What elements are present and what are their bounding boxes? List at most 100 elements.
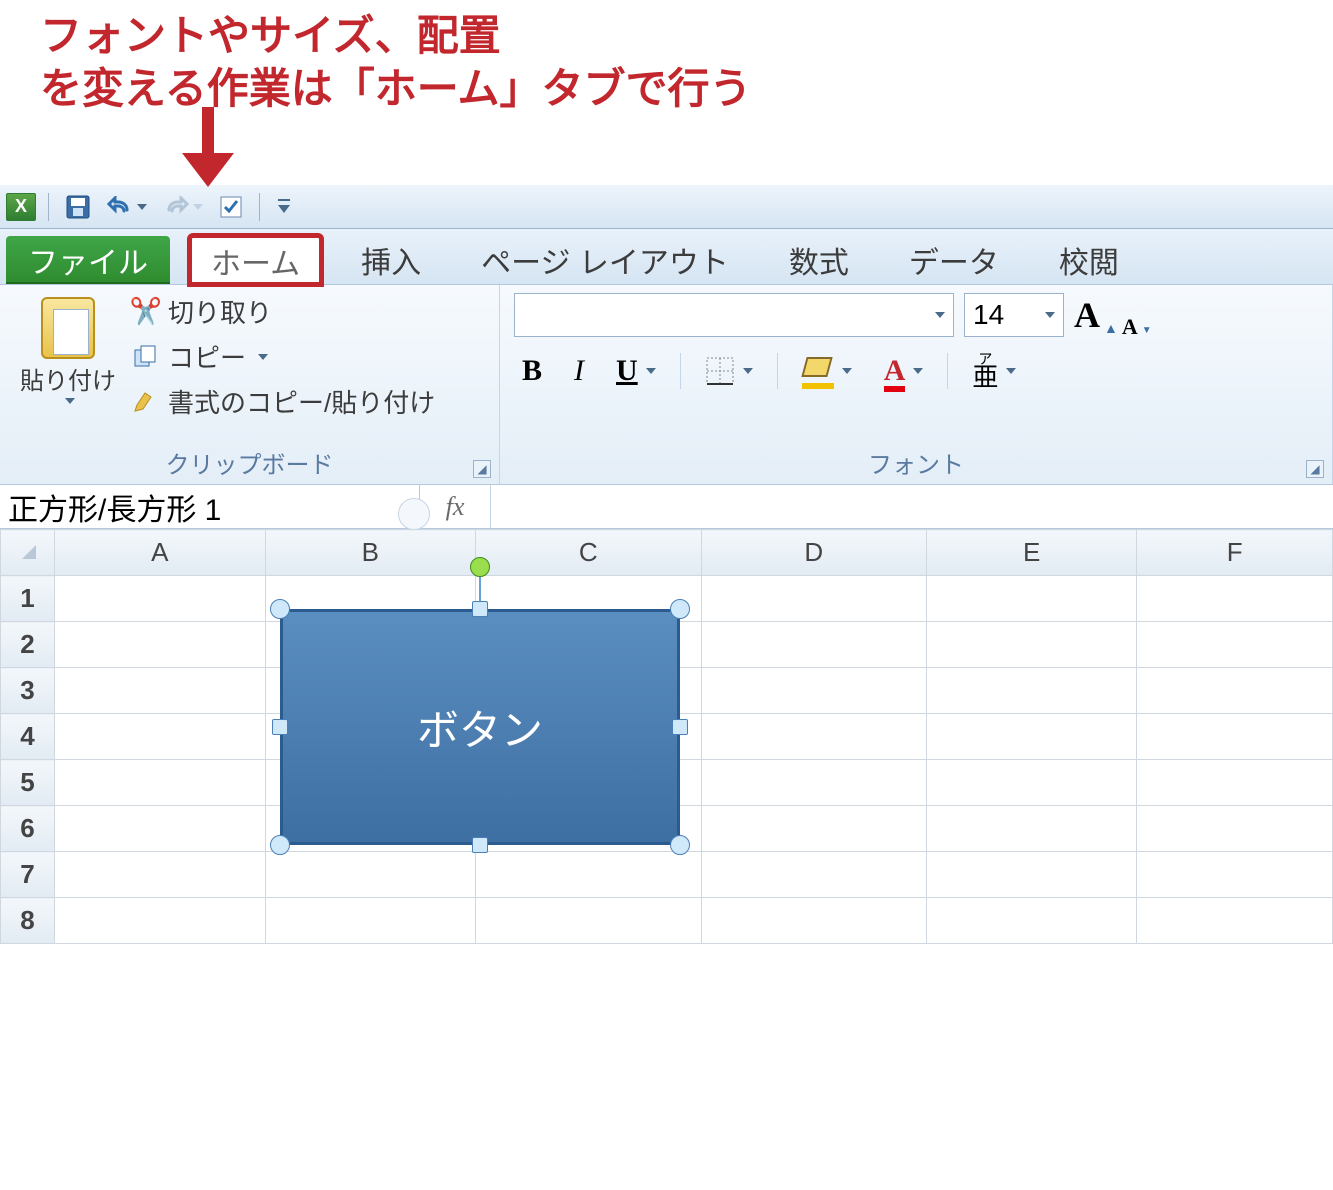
save-icon <box>65 194 91 220</box>
rotation-handle[interactable] <box>470 557 490 577</box>
phonetic-guide-button[interactable]: ア 亜 <box>964 351 1024 391</box>
col-header[interactable]: C <box>476 530 701 576</box>
undo-icon <box>107 196 133 218</box>
ribbon-tabs: ファイル ホーム 挿入 ページ レイアウト 数式 データ 校閲 <box>0 229 1333 285</box>
border-icon <box>705 356 735 386</box>
annotation-callout: フォントやサイズ、配置 を変える作業は「ホーム」タブで行う <box>0 0 1333 115</box>
row-header[interactable]: 7 <box>1 852 55 898</box>
separator <box>680 353 681 389</box>
copy-button[interactable]: コピー <box>132 338 435 375</box>
col-header[interactable]: A <box>55 530 266 576</box>
row-header[interactable]: 5 <box>1 760 55 806</box>
row-header[interactable]: 3 <box>1 668 55 714</box>
font-color-icon: A <box>884 354 906 388</box>
select-all-corner[interactable] <box>1 530 55 576</box>
redo-button[interactable] <box>159 192 207 222</box>
dropdown-icon <box>193 204 203 210</box>
tab-home[interactable]: ホーム <box>190 236 321 284</box>
brush-icon <box>132 388 160 416</box>
dropdown-icon <box>65 398 75 404</box>
resize-handle[interactable] <box>270 599 290 619</box>
format-painter-label: 書式のコピー/貼り付け <box>168 383 435 420</box>
italic-button[interactable]: I <box>566 352 592 390</box>
paste-label: 貼り付け <box>20 361 116 396</box>
redo-icon <box>163 196 189 218</box>
dialog-launcher-icon[interactable]: ◢ <box>473 460 491 478</box>
scissors-icon: ✂️ <box>132 298 160 326</box>
fill-icon <box>802 357 834 385</box>
dropdown-icon <box>258 354 268 360</box>
resize-handle[interactable] <box>472 837 488 853</box>
row-header[interactable]: 4 <box>1 714 55 760</box>
bold-button[interactable]: B <box>514 352 550 390</box>
annotation-line1: フォントやサイズ、配置 <box>40 10 1293 63</box>
customize-qat-button[interactable] <box>272 192 296 222</box>
borders-button[interactable] <box>697 354 761 388</box>
tab-formulas[interactable]: 数式 <box>769 236 869 284</box>
resize-handle[interactable] <box>670 835 690 855</box>
resize-handle[interactable] <box>670 599 690 619</box>
separator <box>48 193 49 221</box>
worksheet[interactable]: A B C D E F 1 2 3 4 5 6 7 8 ボタン <box>0 529 1333 944</box>
qat-checkbox-button[interactable] <box>215 192 247 222</box>
col-header[interactable]: E <box>926 530 1137 576</box>
checkbox-icon <box>219 195 243 219</box>
annotation-line2: を変える作業は「ホーム」タブで行う <box>40 63 1293 116</box>
copy-label: コピー <box>168 338 246 375</box>
col-header[interactable]: B <box>265 530 476 576</box>
tab-review[interactable]: 校閲 <box>1039 236 1139 284</box>
dialog-launcher-icon[interactable]: ◢ <box>1306 460 1324 478</box>
row-header[interactable]: 2 <box>1 622 55 668</box>
name-box-value: 正方形/長方形 1 <box>8 485 221 529</box>
separator <box>777 353 778 389</box>
tab-page-layout[interactable]: ページ レイアウト <box>461 236 749 284</box>
shrink-font-button[interactable]: A <box>1122 314 1138 340</box>
formula-bar: 正方形/長方形 1 fx <box>0 485 1333 529</box>
ruby-icon: ア 亜 <box>972 353 998 389</box>
save-button[interactable] <box>61 192 95 222</box>
tab-file[interactable]: ファイル <box>6 236 170 284</box>
font-size-combo[interactable]: 14 <box>964 293 1064 337</box>
dropdown-icon <box>743 368 753 374</box>
formula-input[interactable] <box>490 485 1333 528</box>
font-size-value: 14 <box>973 299 1004 331</box>
tab-data[interactable]: データ <box>889 236 1019 284</box>
app-icon[interactable]: X <box>6 193 36 221</box>
copy-icon <box>132 343 160 371</box>
shape-body[interactable]: ボタン <box>280 609 680 845</box>
group-font-label: フォント ◢ <box>514 441 1318 480</box>
row-header[interactable]: 8 <box>1 898 55 944</box>
dropdown-icon <box>935 312 945 318</box>
dropdown-icon <box>842 368 852 374</box>
dropdown-icon <box>137 204 147 210</box>
cut-button[interactable]: ✂️ 切り取り <box>132 293 435 330</box>
shape-rectangle[interactable]: ボタン <box>280 609 680 845</box>
col-header[interactable]: D <box>701 530 926 576</box>
cut-label: 切り取り <box>168 293 272 330</box>
separator <box>259 193 260 221</box>
separator <box>947 353 948 389</box>
dropdown-icon <box>646 368 656 374</box>
fx-button[interactable]: fx <box>420 492 490 522</box>
grow-font-button[interactable]: A <box>1074 294 1100 336</box>
font-name-combo[interactable] <box>514 293 954 337</box>
tab-insert[interactable]: 挿入 <box>341 236 441 284</box>
underline-button[interactable]: U <box>608 352 664 390</box>
resize-handle[interactable] <box>272 719 288 735</box>
col-header[interactable]: F <box>1137 530 1333 576</box>
resize-handle[interactable] <box>472 601 488 617</box>
format-painter-button[interactable]: 書式のコピー/貼り付け <box>132 383 435 420</box>
dropdown-icon <box>913 368 923 374</box>
row-header[interactable]: 6 <box>1 806 55 852</box>
annotation-arrow <box>0 115 1333 185</box>
resize-handle[interactable] <box>672 719 688 735</box>
font-color-button[interactable]: A <box>876 352 932 390</box>
undo-button[interactable] <box>103 192 151 222</box>
fill-color-button[interactable] <box>794 355 860 387</box>
resize-handle[interactable] <box>270 835 290 855</box>
row-header[interactable]: 1 <box>1 576 55 622</box>
paste-button[interactable]: 貼り付け <box>14 293 122 420</box>
shape-text: ボタン <box>417 697 543 758</box>
name-box[interactable]: 正方形/長方形 1 <box>0 485 420 528</box>
quick-access-toolbar: X <box>0 185 1333 229</box>
